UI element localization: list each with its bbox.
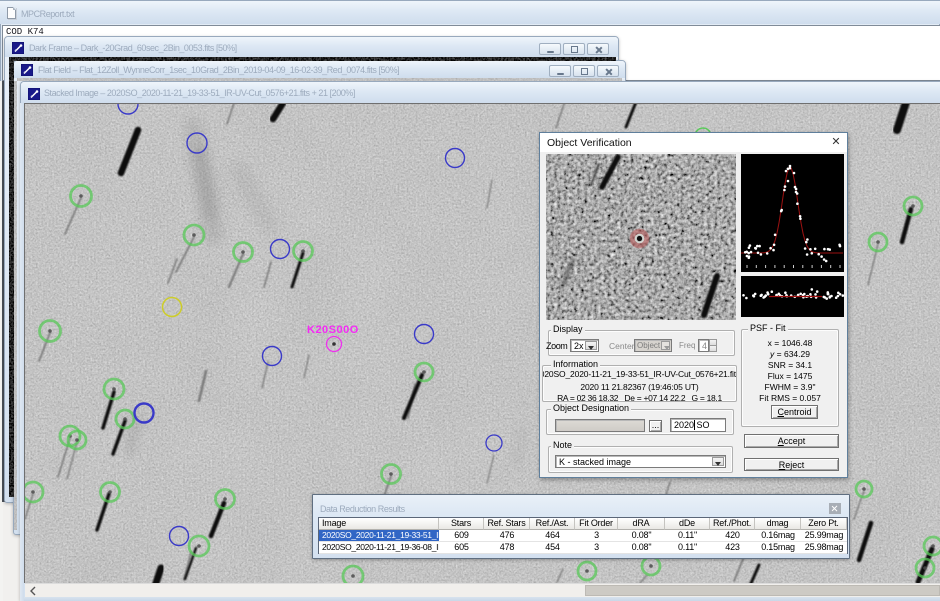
svg-text:K20S00O: K20S00O: [307, 324, 359, 336]
